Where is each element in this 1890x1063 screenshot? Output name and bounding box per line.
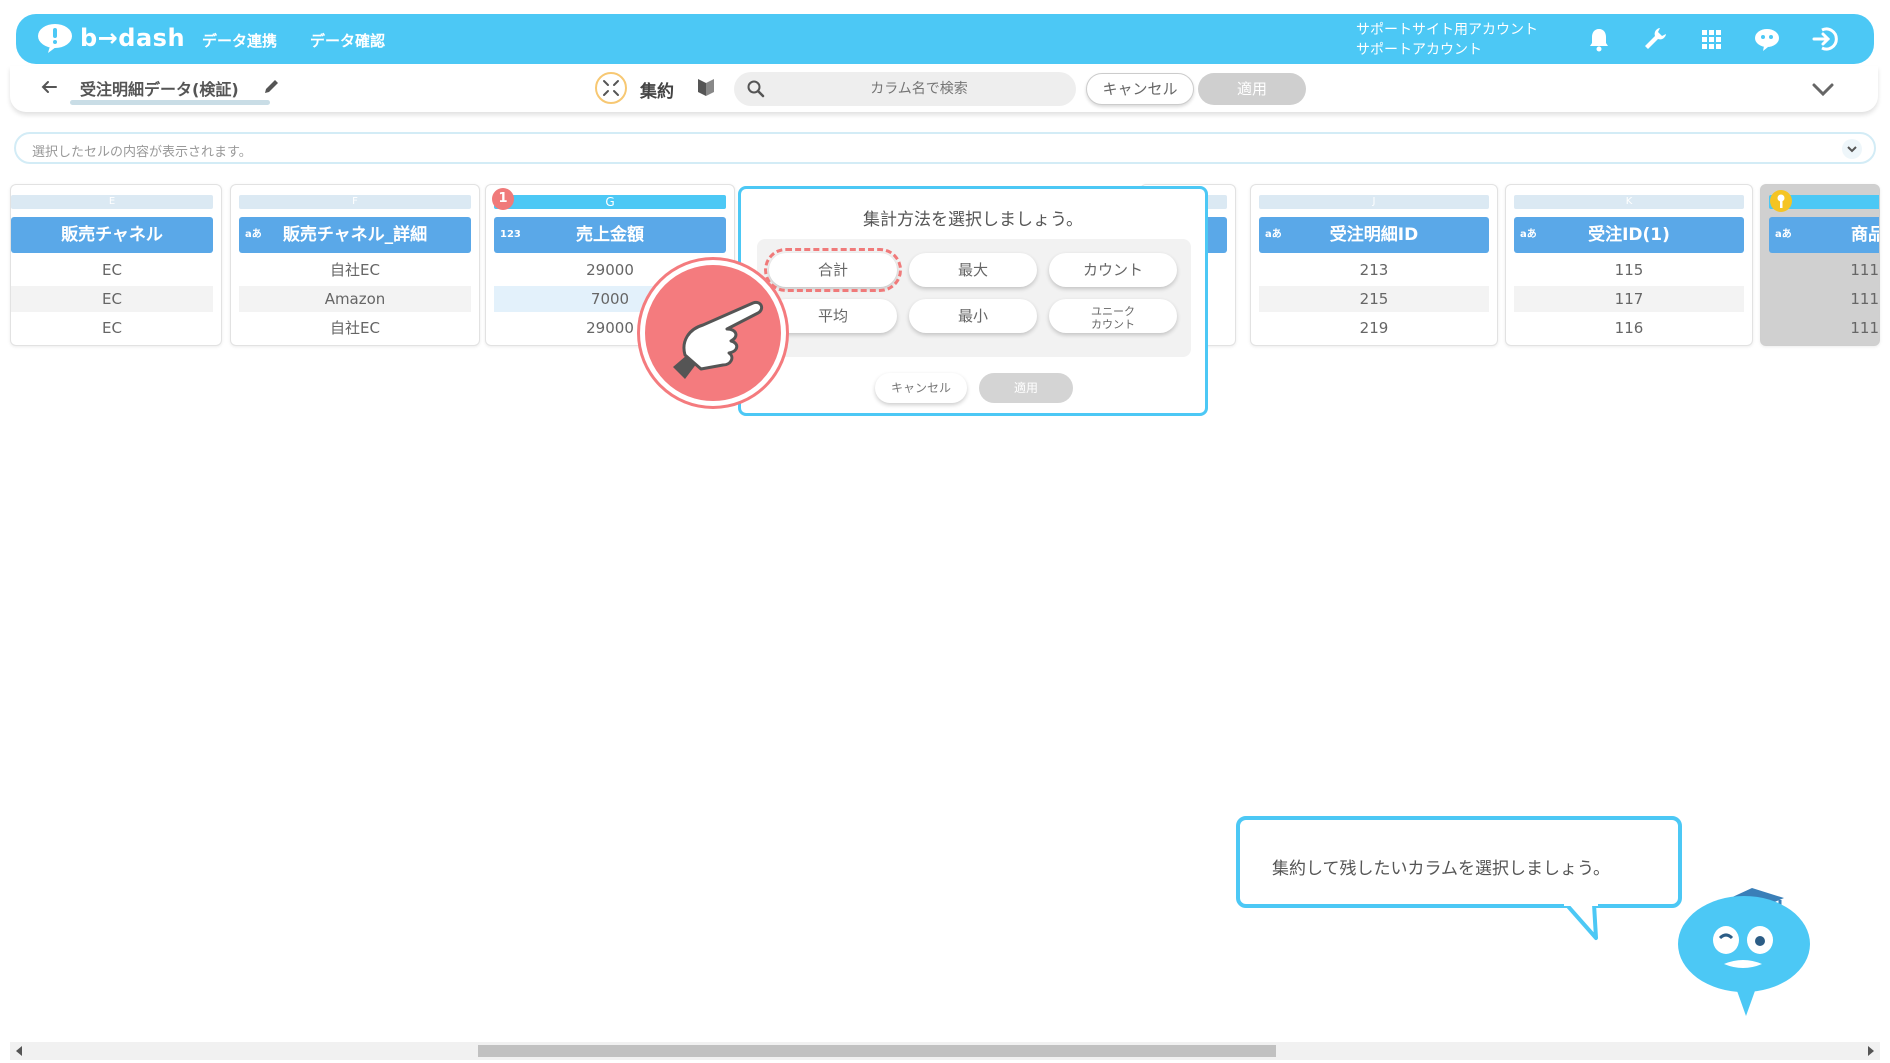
beginner-help-icon[interactable] bbox=[696, 76, 716, 98]
logo-text: b→dash bbox=[80, 24, 186, 52]
scrollbar-thumb[interactable] bbox=[478, 1045, 1276, 1057]
table-cell[interactable]: 213 bbox=[1259, 257, 1489, 283]
number-type-icon: 123 bbox=[500, 229, 521, 240]
aggregation-method-popup: 集計方法を選択しましょう。 合計 最大 カウント 平均 最小 ユニーク カウント… bbox=[738, 186, 1208, 416]
table-cell[interactable]: 自社EC bbox=[239, 315, 471, 341]
mascot-character-icon bbox=[1678, 888, 1810, 1016]
column-letter: K bbox=[1514, 195, 1744, 209]
bdash-logo[interactable]: b→dash bbox=[36, 22, 185, 54]
mode-label: 集約 bbox=[640, 82, 674, 102]
string-type-icon: aあ bbox=[245, 229, 262, 240]
column-search bbox=[734, 72, 1076, 106]
column-header[interactable]: aあ 受注ID(1) bbox=[1514, 217, 1744, 253]
column-letter: J bbox=[1259, 195, 1489, 209]
avg-option-button[interactable]: 平均 bbox=[769, 299, 897, 333]
step-badge: 1 bbox=[492, 188, 514, 210]
unique-count-option-button[interactable]: ユニーク カウント bbox=[1049, 299, 1177, 333]
logout-icon[interactable] bbox=[1810, 24, 1840, 54]
nav-data-confirm[interactable]: データ確認 bbox=[310, 30, 385, 51]
nav-data-integration[interactable]: データ連携 bbox=[202, 30, 277, 51]
unique-count-line-1: ユニーク bbox=[1091, 305, 1135, 318]
table-cell[interactable]: 116 bbox=[1514, 315, 1744, 341]
column-search-input[interactable] bbox=[774, 72, 1064, 106]
table-cell[interactable]: 117 bbox=[1514, 286, 1744, 312]
popup-title: 集計方法を選択しましょう。 bbox=[863, 210, 1083, 230]
pencil-icon[interactable] bbox=[262, 78, 280, 96]
horizontal-scrollbar[interactable] bbox=[10, 1042, 1880, 1060]
top-navigation-bar: b→dash データ連携 データ確認 サポートサイト用アカウント サポートアカウ… bbox=[16, 14, 1874, 64]
column-header[interactable]: aあ 受注明細ID bbox=[1259, 217, 1489, 253]
column-name: 販売チャネル bbox=[61, 225, 163, 245]
guide-speech-bubble: 集約して残したいカラムを選択しましょう。 bbox=[1236, 816, 1682, 908]
count-option-button[interactable]: カウント bbox=[1049, 253, 1177, 287]
column-header[interactable]: 123 売上金額 bbox=[494, 217, 726, 253]
column-name: 販売チャネル_詳細 bbox=[282, 225, 428, 245]
expand-chevron-icon[interactable] bbox=[1842, 139, 1862, 159]
table-cell[interactable]: 215 bbox=[1259, 286, 1489, 312]
string-type-icon: aあ bbox=[1775, 229, 1792, 240]
cell-content-placeholder: 選択したセルの内容が表示されます。 bbox=[32, 145, 252, 160]
column-header[interactable]: aあ 販売チャネル_詳細 bbox=[239, 217, 471, 253]
string-type-icon: aあ bbox=[1520, 229, 1537, 240]
table-cell[interactable]: EC bbox=[11, 286, 213, 312]
column-letter: E bbox=[11, 195, 213, 209]
aggregation-options: 合計 最大 カウント 平均 最小 ユニーク カウント bbox=[757, 239, 1191, 357]
account-line-1: サポートサイト用アカウント bbox=[1356, 22, 1538, 38]
key-icon bbox=[1770, 190, 1792, 212]
wrench-icon[interactable] bbox=[1640, 24, 1670, 54]
toolbar-cancel-button[interactable]: キャンセル bbox=[1086, 73, 1194, 105]
column-header[interactable]: 販売チャネル bbox=[11, 217, 213, 253]
bell-icon[interactable] bbox=[1584, 24, 1614, 54]
column-card-e[interactable]: E 販売チャネル EC EC EC bbox=[10, 184, 222, 346]
column-name: 受注明細ID bbox=[1329, 225, 1419, 245]
scroll-right-arrow-icon[interactable] bbox=[1868, 1046, 1874, 1056]
table-cell[interactable]: 111 bbox=[1769, 286, 1879, 312]
chevron-down-icon[interactable] bbox=[1810, 76, 1836, 102]
logo-cloud-icon bbox=[38, 24, 72, 53]
table-cell[interactable]: 111 bbox=[1769, 257, 1879, 283]
flow-toolbar: 受注明細データ(検証) 集約 キャンセル 適用 bbox=[10, 66, 1878, 112]
table-cell[interactable]: Amazon bbox=[239, 286, 471, 312]
apps-grid-icon[interactable] bbox=[1696, 24, 1726, 54]
table-cell[interactable]: 111 bbox=[1769, 315, 1879, 341]
title-underline bbox=[70, 100, 270, 105]
toolbar-apply-button[interactable]: 適用 bbox=[1198, 73, 1306, 105]
table-cell[interactable]: 自社EC bbox=[239, 257, 471, 283]
column-name: 商品 bbox=[1851, 225, 1879, 245]
column-card-f[interactable]: F aあ 販売チャネル_詳細 自社EC Amazon 自社EC bbox=[230, 184, 480, 346]
table-cell[interactable]: EC bbox=[11, 257, 213, 283]
flow-title[interactable]: 受注明細データ(検証) bbox=[80, 76, 239, 100]
account-line-2: サポートアカウント bbox=[1356, 42, 1482, 58]
column-letter: F bbox=[239, 195, 471, 209]
guide-text: 集約して残したいカラムを選択しましょう。 bbox=[1272, 859, 1610, 879]
search-icon bbox=[747, 80, 765, 98]
column-card-k[interactable]: K aあ 受注ID(1) 115 117 116 bbox=[1505, 184, 1753, 346]
column-letter: G bbox=[494, 195, 726, 209]
aggregate-mode-icon bbox=[595, 72, 627, 104]
column-header[interactable]: aあ 商品 bbox=[1769, 217, 1879, 253]
scroll-left-arrow-icon[interactable] bbox=[16, 1046, 22, 1056]
min-option-button[interactable]: 最小 bbox=[909, 299, 1037, 333]
table-cell[interactable]: 115 bbox=[1514, 257, 1744, 283]
table-cell[interactable]: 219 bbox=[1259, 315, 1489, 341]
string-type-icon: aあ bbox=[1265, 229, 1282, 240]
popup-cancel-button[interactable]: キャンセル bbox=[875, 373, 967, 403]
column-name: 売上金額 bbox=[576, 225, 644, 245]
table-cell[interactable]: EC bbox=[11, 315, 213, 341]
account-info[interactable]: サポートサイト用アカウント サポートアカウント bbox=[1356, 20, 1538, 60]
max-option-button[interactable]: 最大 bbox=[909, 253, 1037, 287]
back-arrow-icon[interactable] bbox=[38, 76, 60, 98]
unique-count-line-2: カウント bbox=[1091, 318, 1135, 331]
cell-content-bar[interactable]: 選択したセルの内容が表示されます。 bbox=[14, 132, 1876, 164]
popup-apply-button[interactable]: 適用 bbox=[979, 373, 1073, 403]
sum-option-button[interactable]: 合計 bbox=[764, 248, 902, 292]
bubble-tail-icon bbox=[1564, 904, 1598, 940]
column-card-j[interactable]: J aあ 受注明細ID 213 215 219 bbox=[1250, 184, 1498, 346]
support-bot-icon[interactable] bbox=[1752, 24, 1782, 54]
column-name: 受注ID(1) bbox=[1588, 225, 1670, 245]
pointing-hand-icon bbox=[640, 260, 786, 406]
